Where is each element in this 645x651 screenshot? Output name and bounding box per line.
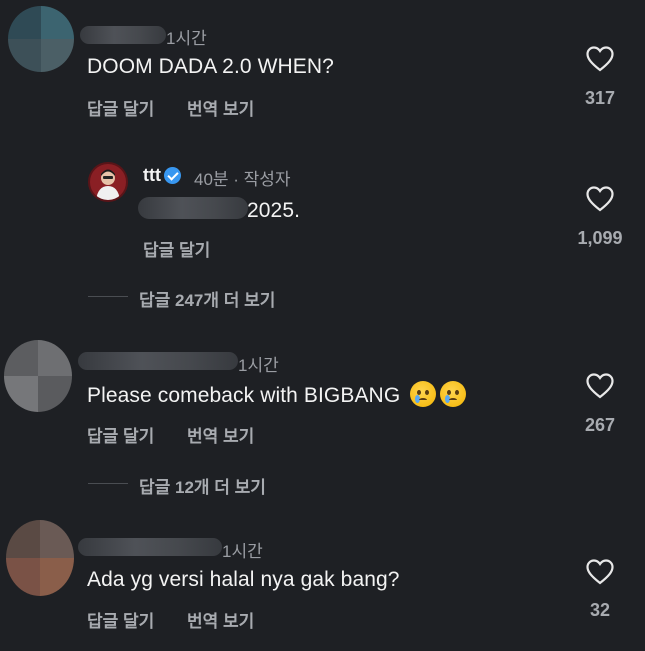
author-avatar[interactable]: [88, 162, 128, 202]
reply-button[interactable]: 답글 달기: [87, 422, 154, 447]
avatar[interactable]: [6, 520, 74, 596]
heart-icon[interactable]: [586, 46, 614, 72]
like-count: 317: [584, 88, 616, 108]
reply-button[interactable]: 답글 달기: [87, 607, 154, 632]
comment-text-content: Please comeback with BIGBANG: [87, 384, 401, 407]
view-replies-button[interactable]: 답글 247개 더 보기: [139, 286, 275, 311]
username-blurred[interactable]: [80, 26, 166, 44]
comment-text: Ada yg versi halal nya gak bang?: [87, 568, 400, 591]
timestamp: 1시간: [222, 542, 263, 561]
comment-text: Please comeback with BIGBANG: [87, 381, 467, 408]
comment-text: 2025.: [247, 199, 301, 222]
author-portrait-icon: [96, 169, 120, 200]
text-blurred: [138, 197, 248, 219]
avatar[interactable]: [4, 340, 72, 412]
username-blurred[interactable]: [78, 538, 222, 556]
reply-button[interactable]: 답글 달기: [143, 236, 210, 261]
translate-button[interactable]: 번역 보기: [187, 422, 254, 447]
avatar[interactable]: [8, 6, 74, 72]
replies-divider: [88, 483, 128, 484]
replies-divider: [88, 296, 128, 297]
author-username[interactable]: ttt: [143, 165, 185, 186]
heart-icon[interactable]: [586, 186, 614, 212]
heart-icon[interactable]: [586, 559, 614, 585]
like-count: 1,099: [577, 228, 623, 248]
timestamp-author: 40분 · 작성자: [194, 170, 291, 189]
like-count: 32: [589, 600, 611, 620]
view-replies-button[interactable]: 답글 12개 더 보기: [139, 473, 266, 498]
username-text: ttt: [143, 165, 161, 185]
comment-text: DOOM DADA 2.0 WHEN?: [87, 55, 334, 78]
timestamp: 1시간: [166, 29, 207, 48]
username-blurred[interactable]: [78, 352, 238, 370]
timestamp: 1시간: [238, 356, 279, 375]
translate-button[interactable]: 번역 보기: [187, 607, 254, 632]
verified-badge-icon: [163, 167, 181, 184]
crying-face-icon: [410, 381, 437, 407]
heart-icon[interactable]: [586, 373, 614, 399]
translate-button[interactable]: 번역 보기: [187, 95, 254, 120]
reply-button[interactable]: 답글 달기: [87, 95, 154, 120]
crying-face-icon: [440, 381, 467, 407]
like-count: 267: [584, 415, 616, 435]
